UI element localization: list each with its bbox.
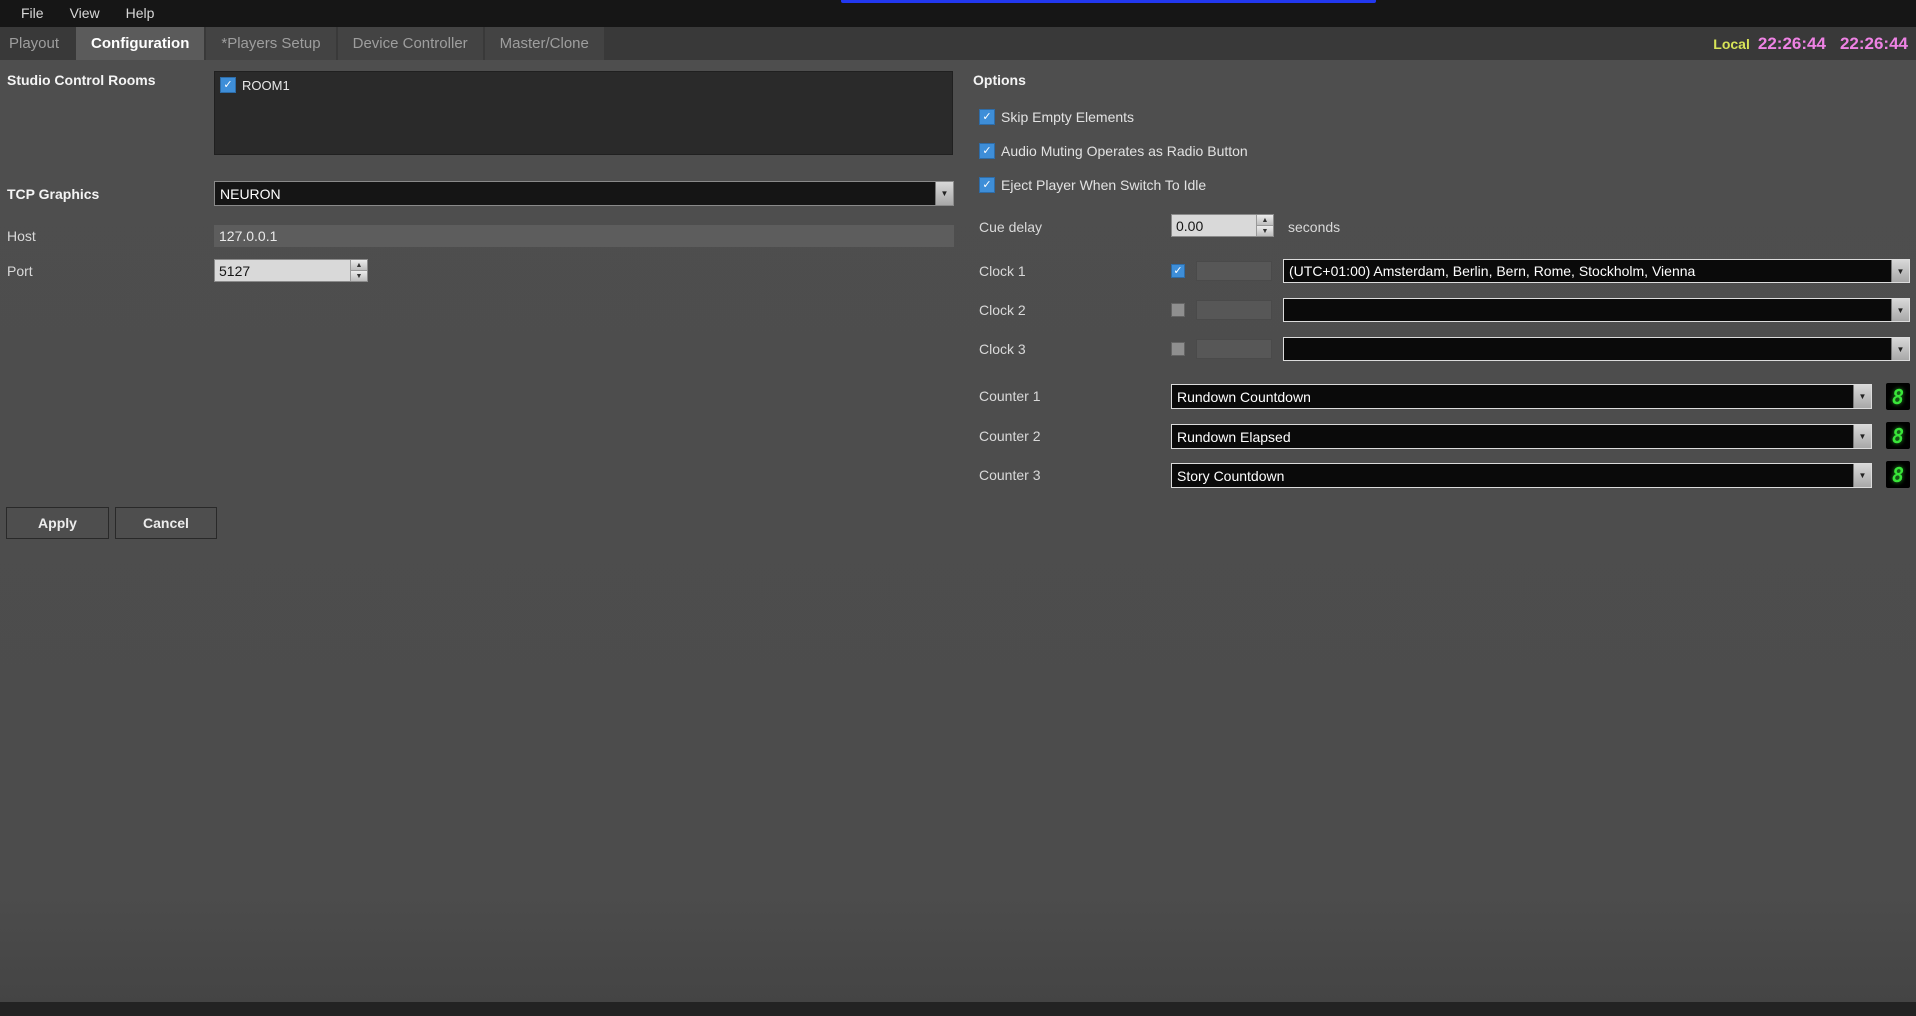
- option-label: Skip Empty Elements: [1001, 109, 1134, 125]
- focus-highlight-bar: [841, 0, 1376, 3]
- option-skip-empty-elements[interactable]: Skip Empty Elements: [979, 109, 1134, 125]
- clock-bar: Local 22:26:44 22:26:44: [1713, 27, 1908, 60]
- clock-3-checkbox[interactable]: [1171, 342, 1185, 356]
- tab-playout[interactable]: Playout: [0, 27, 74, 60]
- menu-view[interactable]: View: [57, 0, 113, 27]
- tab-configuration[interactable]: Configuration: [76, 27, 204, 60]
- counter-2-label: Counter 2: [979, 428, 1040, 444]
- clock-1-label: Clock 1: [979, 263, 1026, 279]
- clock-3-field[interactable]: [1196, 339, 1272, 359]
- cue-delay-spinner[interactable]: ▲ ▼: [1171, 214, 1274, 237]
- room-name: ROOM1: [242, 78, 290, 93]
- spin-down-icon[interactable]: ▼: [1257, 226, 1273, 236]
- chevron-down-icon[interactable]: ▼: [1853, 425, 1871, 448]
- clock-3-timezone-dropdown[interactable]: ▼: [1283, 337, 1910, 361]
- counter-1-digit-display: 8: [1886, 383, 1910, 410]
- port-label: Port: [7, 263, 33, 279]
- counter-1-label: Counter 1: [979, 388, 1040, 404]
- menu-help[interactable]: Help: [113, 0, 168, 27]
- counter-3-dropdown[interactable]: Story Countdown ▼: [1171, 463, 1872, 488]
- counter-3-value: Story Countdown: [1172, 468, 1853, 484]
- option-label: Eject Player When Switch To Idle: [1001, 177, 1206, 193]
- tcp-graphics-value: NEURON: [215, 186, 935, 202]
- spin-up-icon[interactable]: ▲: [351, 260, 367, 271]
- chevron-down-icon[interactable]: ▼: [1891, 338, 1909, 360]
- counter-1-dropdown[interactable]: Rundown Countdown ▼: [1171, 384, 1872, 409]
- options-title: Options: [973, 72, 1026, 88]
- clock-2-checkbox[interactable]: [1171, 303, 1185, 317]
- clock-2-timezone-dropdown[interactable]: ▼: [1283, 298, 1910, 322]
- port-input[interactable]: [215, 260, 350, 281]
- clock-2-label: Clock 2: [979, 302, 1026, 318]
- tcp-graphics-label: TCP Graphics: [7, 186, 99, 202]
- port-spin-buttons: ▲ ▼: [350, 260, 367, 281]
- counter-3-label: Counter 3: [979, 467, 1040, 483]
- counter-2-dropdown[interactable]: Rundown Elapsed ▼: [1171, 424, 1872, 449]
- menu-file[interactable]: File: [8, 0, 57, 27]
- port-spinner[interactable]: ▲ ▼: [214, 259, 368, 282]
- studio-control-rooms-list[interactable]: ROOM1: [214, 71, 953, 155]
- bottom-bar: [0, 1002, 1916, 1016]
- clock-1-timezone-value: (UTC+01:00) Amsterdam, Berlin, Bern, Rom…: [1284, 263, 1891, 279]
- audio-muting-checkbox[interactable]: [979, 143, 995, 159]
- counter-1-value: Rundown Countdown: [1172, 389, 1853, 405]
- chevron-down-icon[interactable]: ▼: [1891, 260, 1909, 282]
- spin-down-icon[interactable]: ▼: [351, 271, 367, 281]
- menu-bar: File View Help: [0, 0, 1916, 27]
- host-label: Host: [7, 228, 36, 244]
- local-label: Local: [1713, 36, 1750, 52]
- chevron-down-icon[interactable]: ▼: [1853, 464, 1871, 487]
- time-secondary: 22:26:44: [1840, 34, 1908, 54]
- room-checkbox[interactable]: [220, 77, 236, 93]
- tab-device-controller[interactable]: Device Controller: [338, 27, 483, 60]
- clock-1-field[interactable]: [1196, 261, 1272, 281]
- cue-delay-label: Cue delay: [979, 219, 1042, 235]
- time-primary: 22:26:44: [1758, 34, 1826, 54]
- studio-control-rooms-label: Studio Control Rooms: [7, 72, 156, 88]
- eject-player-checkbox[interactable]: [979, 177, 995, 193]
- cue-delay-spin-buttons: ▲ ▼: [1256, 215, 1273, 236]
- clock-1-timezone-dropdown[interactable]: (UTC+01:00) Amsterdam, Berlin, Bern, Rom…: [1283, 259, 1910, 283]
- option-eject-player-idle[interactable]: Eject Player When Switch To Idle: [979, 177, 1206, 193]
- chevron-down-icon[interactable]: ▼: [1891, 299, 1909, 321]
- chevron-down-icon[interactable]: ▼: [1853, 385, 1871, 408]
- clock-2-field[interactable]: [1196, 300, 1272, 320]
- tcp-graphics-dropdown[interactable]: NEURON ▼: [214, 181, 954, 206]
- tab-bar: Playout Configuration *Players Setup Dev…: [0, 27, 1916, 60]
- tab-players-setup[interactable]: *Players Setup: [206, 27, 335, 60]
- list-item[interactable]: ROOM1: [215, 72, 952, 98]
- option-audio-muting-radio[interactable]: Audio Muting Operates as Radio Button: [979, 143, 1248, 159]
- cue-delay-input[interactable]: [1172, 215, 1256, 236]
- chevron-down-icon[interactable]: ▼: [935, 182, 953, 205]
- apply-button[interactable]: Apply: [6, 507, 109, 539]
- counter-2-digit-display: 8: [1886, 422, 1910, 449]
- clock-3-label: Clock 3: [979, 341, 1026, 357]
- tab-master-clone[interactable]: Master/Clone: [485, 27, 604, 60]
- spin-up-icon[interactable]: ▲: [1257, 215, 1273, 226]
- cue-delay-unit: seconds: [1288, 219, 1340, 235]
- option-label: Audio Muting Operates as Radio Button: [1001, 143, 1248, 159]
- counter-2-value: Rundown Elapsed: [1172, 429, 1853, 445]
- cancel-button[interactable]: Cancel: [115, 507, 217, 539]
- counter-3-digit-display: 8: [1886, 461, 1910, 488]
- clock-1-checkbox[interactable]: [1171, 264, 1185, 278]
- host-input[interactable]: [214, 225, 954, 247]
- skip-empty-elements-checkbox[interactable]: [979, 109, 995, 125]
